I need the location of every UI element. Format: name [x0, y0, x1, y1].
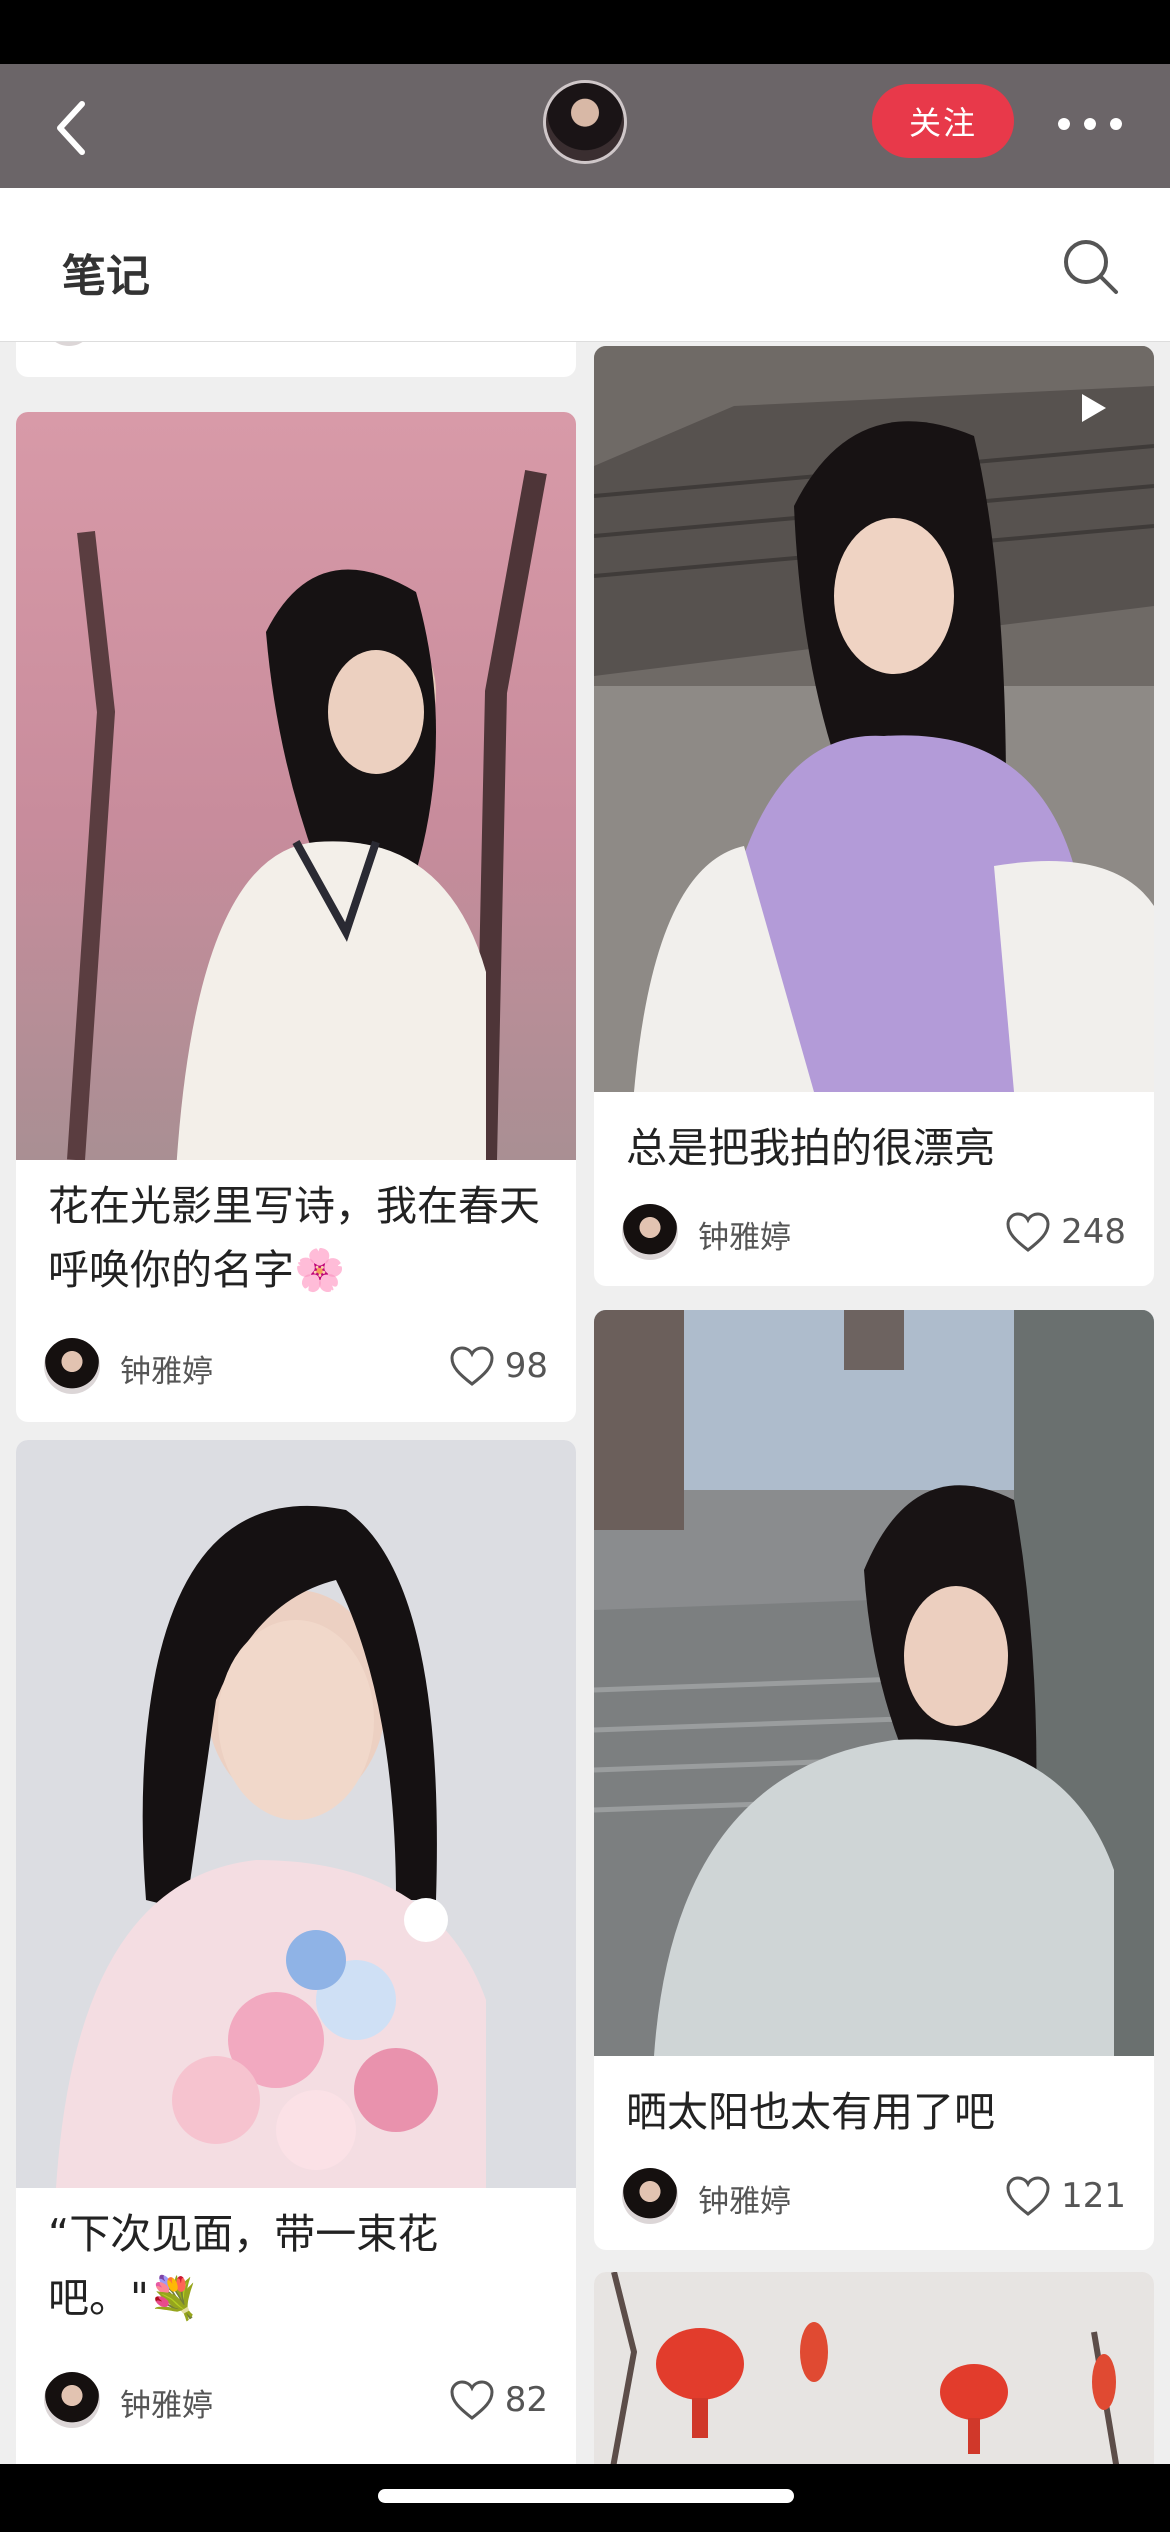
like-count: 121: [1061, 2176, 1126, 2216]
author-avatar-small: [622, 2168, 678, 2224]
like-count: 82: [504, 2380, 548, 2420]
author-avatar-small: [44, 342, 94, 346]
note-footer: 钟雅婷 121: [622, 2166, 1126, 2226]
notes-feed[interactable]: 花在光影里写诗，我在春天呼唤你的名字🌸 钟雅婷 98 总是把我拍的很漂亮 钟雅婷…: [0, 342, 1170, 2464]
status-bar: [0, 0, 1170, 64]
chevron-left-icon: [57, 101, 85, 155]
notes-header: 笔记: [0, 188, 1170, 342]
note-card[interactable]: 花在光影里写诗，我在春天呼唤你的名字🌸 钟雅婷 98: [16, 412, 576, 1422]
author-avatar[interactable]: [543, 80, 627, 164]
note-card-partial[interactable]: [16, 342, 576, 377]
like-button[interactable]: 82: [449, 2374, 548, 2426]
note-card[interactable]: [594, 2272, 1154, 2464]
heart-icon: [450, 2380, 494, 2420]
like-count: 248: [1061, 1212, 1126, 1252]
more-dots-icon: [1058, 118, 1122, 130]
heart-icon: [1006, 2176, 1050, 2216]
author-name[interactable]: 钟雅婷: [698, 1212, 791, 1257]
note-card[interactable]: 晒太阳也太有用了吧 钟雅婷 121: [594, 1310, 1154, 2250]
like-button[interactable]: 248: [1005, 1206, 1126, 1258]
section-title: 笔记: [62, 251, 150, 302]
note-title: “下次见面，带一束花吧。"💐: [48, 2210, 439, 2322]
note-title: 花在光影里写诗，我在春天呼唤你的名字🌸: [48, 1182, 540, 1294]
author-avatar-small: [622, 1204, 678, 1260]
note-card[interactable]: 总是把我拍的很漂亮 钟雅婷 248: [594, 346, 1154, 1286]
heart-icon: [450, 1346, 494, 1386]
back-button[interactable]: [40, 92, 110, 162]
search-icon: [1064, 240, 1118, 294]
note-photo: [594, 346, 1154, 1092]
author-name[interactable]: 钟雅婷: [120, 2380, 213, 2425]
note-footer: 钟雅婷 82: [44, 2370, 548, 2430]
author-avatar-small: [44, 1338, 100, 1394]
note-photo: [594, 1310, 1154, 2056]
note-footer: 钟雅婷 248: [622, 1202, 1126, 1262]
note-photo: [16, 412, 576, 1160]
note-card[interactable]: “下次见面，带一束花吧。"💐 钟雅婷 82: [16, 1440, 576, 2464]
author-avatar-small: [44, 2372, 100, 2428]
like-button[interactable]: 121: [1005, 2170, 1126, 2222]
like-button[interactable]: 98: [449, 1340, 548, 1392]
note-photo: [594, 2272, 1154, 2464]
note-title: 晒太阳也太有用了吧: [626, 2088, 995, 2136]
note-photo: [16, 1440, 576, 2188]
search-button[interactable]: [1058, 234, 1124, 300]
heart-icon: [1006, 1212, 1050, 1252]
video-play-icon: [1082, 394, 1106, 422]
like-count: 98: [504, 1346, 548, 1386]
author-name[interactable]: 钟雅婷: [698, 2176, 791, 2221]
author-name[interactable]: 钟雅婷: [120, 1346, 213, 1391]
more-button[interactable]: [1050, 94, 1130, 154]
note-title: 总是把我拍的很漂亮: [626, 1124, 995, 1172]
home-indicator[interactable]: [378, 2489, 794, 2503]
follow-button[interactable]: 关注: [872, 84, 1014, 158]
profile-navbar: 关注: [0, 64, 1170, 188]
note-footer: 钟雅婷 98: [44, 1336, 548, 1396]
